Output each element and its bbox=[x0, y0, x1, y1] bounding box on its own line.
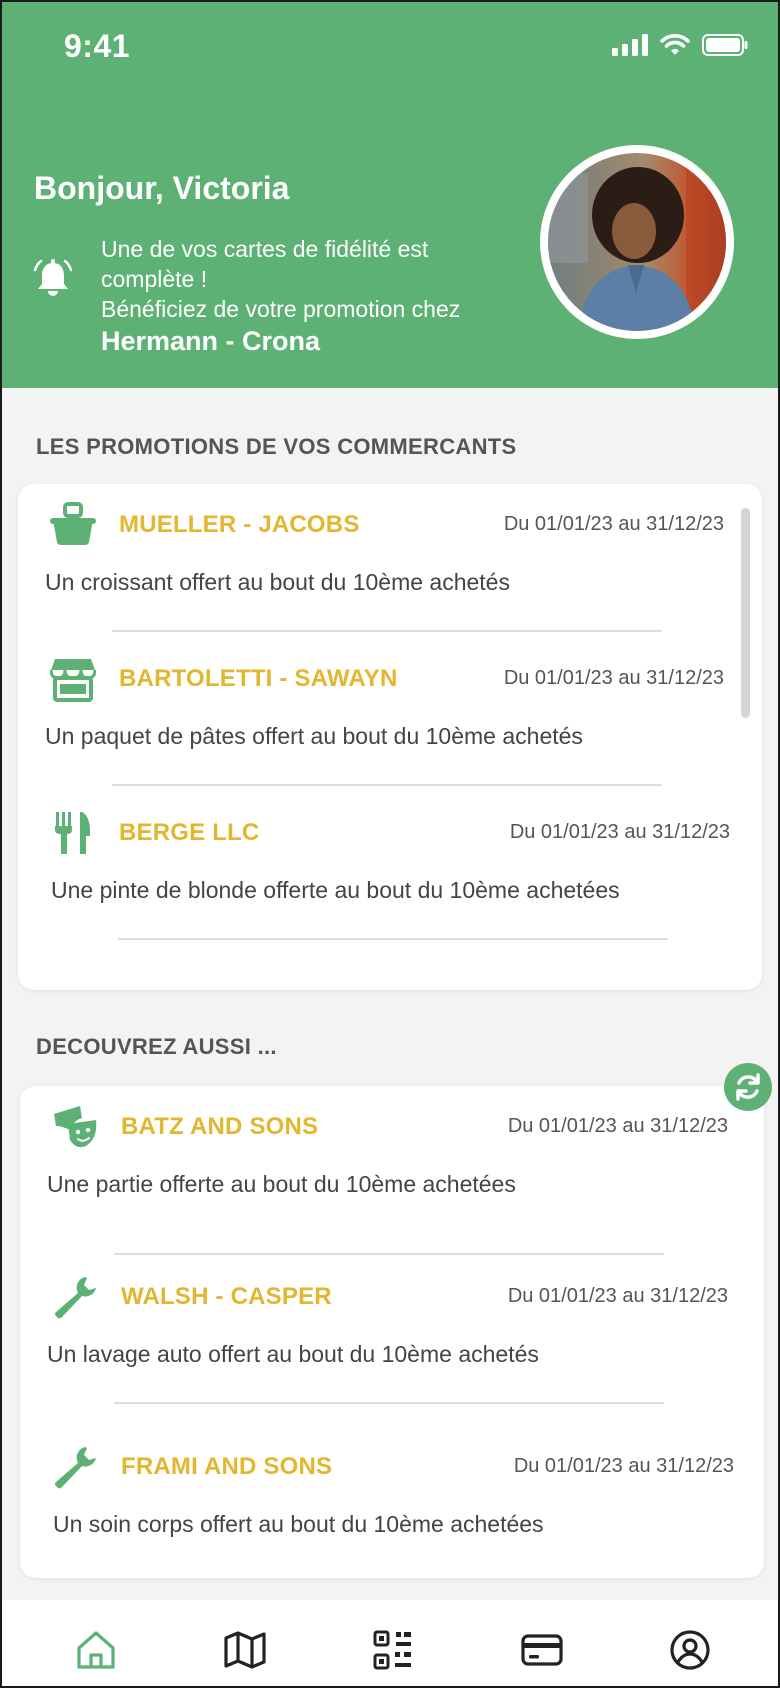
avatar-photo bbox=[548, 153, 726, 331]
status-icons bbox=[612, 34, 748, 56]
greeting: Bonjour, Victoria bbox=[34, 170, 290, 206]
merchant-name: MUELLER - JACOBS bbox=[119, 511, 360, 538]
merchant-name: BERGE LLC bbox=[119, 819, 260, 846]
promotion-item[interactable]: WALSH - CASPER Du 01/01/23 au 31/12/23 U… bbox=[20, 1256, 764, 1406]
divider bbox=[114, 1402, 664, 1404]
divider bbox=[112, 784, 662, 786]
promotion-description: Une partie offerte au bout du 10ème ache… bbox=[47, 1171, 516, 1197]
notification-text-3: Bénéficiez de votre promotion chez bbox=[101, 296, 461, 322]
tab-account[interactable] bbox=[668, 1628, 712, 1672]
notification-merchant: Hermann - Crona bbox=[101, 326, 321, 356]
home-icon bbox=[77, 1631, 115, 1669]
card-icon bbox=[521, 1634, 563, 1666]
avatar[interactable] bbox=[540, 145, 734, 339]
tab-map[interactable] bbox=[223, 1628, 267, 1672]
merchant-name: BATZ AND SONS bbox=[121, 1113, 319, 1140]
battery-icon bbox=[702, 34, 748, 56]
fork-knife-icon bbox=[55, 812, 90, 854]
wrench-icon bbox=[55, 1277, 96, 1319]
discover-section-title: DECOUVREZ AUSSI ... bbox=[36, 1034, 277, 1059]
notification-text-1: Une de vos cartes de fidélité est bbox=[101, 236, 429, 262]
promotion-date: Du 01/01/23 au 31/12/23 bbox=[507, 1285, 728, 1307]
refresh-icon bbox=[736, 1073, 760, 1101]
tab-bar bbox=[2, 1600, 778, 1686]
masks-icon bbox=[54, 1106, 97, 1148]
merchant-name: FRAMI AND SONS bbox=[121, 1453, 333, 1480]
promotion-description: Un croissant offert au bout du 10ème ach… bbox=[45, 569, 510, 595]
divider bbox=[112, 630, 662, 632]
header: 9:41 Bonjour, Victoria Une de vos cartes… bbox=[2, 2, 778, 388]
tab-cards[interactable] bbox=[520, 1628, 564, 1672]
tab-home[interactable] bbox=[74, 1628, 118, 1672]
tab-qr-code[interactable] bbox=[371, 1628, 415, 1672]
basket-icon bbox=[50, 502, 96, 545]
promotion-item[interactable]: BATZ AND SONS Du 01/01/23 au 31/12/23 Un… bbox=[20, 1086, 764, 1255]
wrench-icon bbox=[55, 1447, 96, 1489]
divider bbox=[118, 938, 668, 940]
qr-code-icon bbox=[373, 1630, 411, 1670]
discover-card: BATZ AND SONS Du 01/01/23 au 31/12/23 Un… bbox=[20, 1086, 764, 1578]
promotion-description: Un soin corps offert au bout du 10ème ac… bbox=[53, 1511, 544, 1537]
promotions-section-title: LES PROMOTIONS DE VOS COMMERCANTS bbox=[36, 434, 517, 459]
account-icon bbox=[670, 1630, 710, 1670]
promotion-description: Une pinte de blonde offerte au bout du 1… bbox=[51, 877, 620, 903]
promotion-description: Un paquet de pâtes offert au bout du 10è… bbox=[45, 723, 583, 749]
map-icon bbox=[224, 1631, 266, 1669]
notification-text-2: complète ! bbox=[101, 266, 208, 292]
promotion-date: Du 01/01/23 au 31/12/23 bbox=[507, 1115, 728, 1137]
merchant-name: WALSH - CASPER bbox=[121, 1283, 332, 1310]
app-screen: 9:41 Bonjour, Victoria Une de vos cartes… bbox=[0, 0, 780, 1688]
promotion-date: Du 01/01/23 au 31/12/23 bbox=[503, 513, 724, 535]
scrollbar[interactable] bbox=[741, 508, 750, 718]
notification-bell-icon bbox=[33, 259, 73, 296]
promotion-date: Du 01/01/23 au 31/12/23 bbox=[509, 821, 730, 843]
loyalty-notification[interactable]: Une de vos cartes de fidélité est complè… bbox=[101, 234, 521, 356]
promotion-item[interactable]: FRAMI AND SONS Du 01/01/23 au 31/12/23 U… bbox=[20, 1426, 764, 1576]
signal-icon bbox=[612, 34, 648, 56]
divider bbox=[114, 1253, 664, 1255]
promotions-card: MUELLER - JACOBS Du 01/01/23 au 31/12/23… bbox=[18, 484, 762, 990]
wifi-icon bbox=[660, 34, 690, 55]
status-time: 9:41 bbox=[64, 28, 131, 64]
promotion-description: Un lavage auto offert au bout du 10ème a… bbox=[47, 1341, 539, 1367]
refresh-button[interactable] bbox=[724, 1063, 772, 1111]
promotion-item[interactable]: BERGE LLC Du 01/01/23 au 31/12/23 Une pi… bbox=[18, 792, 762, 942]
merchant-name: BARTOLETTI - SAWAYN bbox=[119, 665, 398, 692]
promotion-item[interactable]: MUELLER - JACOBS Du 01/01/23 au 31/12/23… bbox=[18, 484, 762, 634]
store-icon bbox=[50, 659, 96, 702]
promotion-item[interactable]: BARTOLETTI - SAWAYN Du 01/01/23 au 31/12… bbox=[18, 638, 762, 788]
promotion-date: Du 01/01/23 au 31/12/23 bbox=[503, 667, 724, 689]
promotion-date: Du 01/01/23 au 31/12/23 bbox=[513, 1455, 734, 1477]
